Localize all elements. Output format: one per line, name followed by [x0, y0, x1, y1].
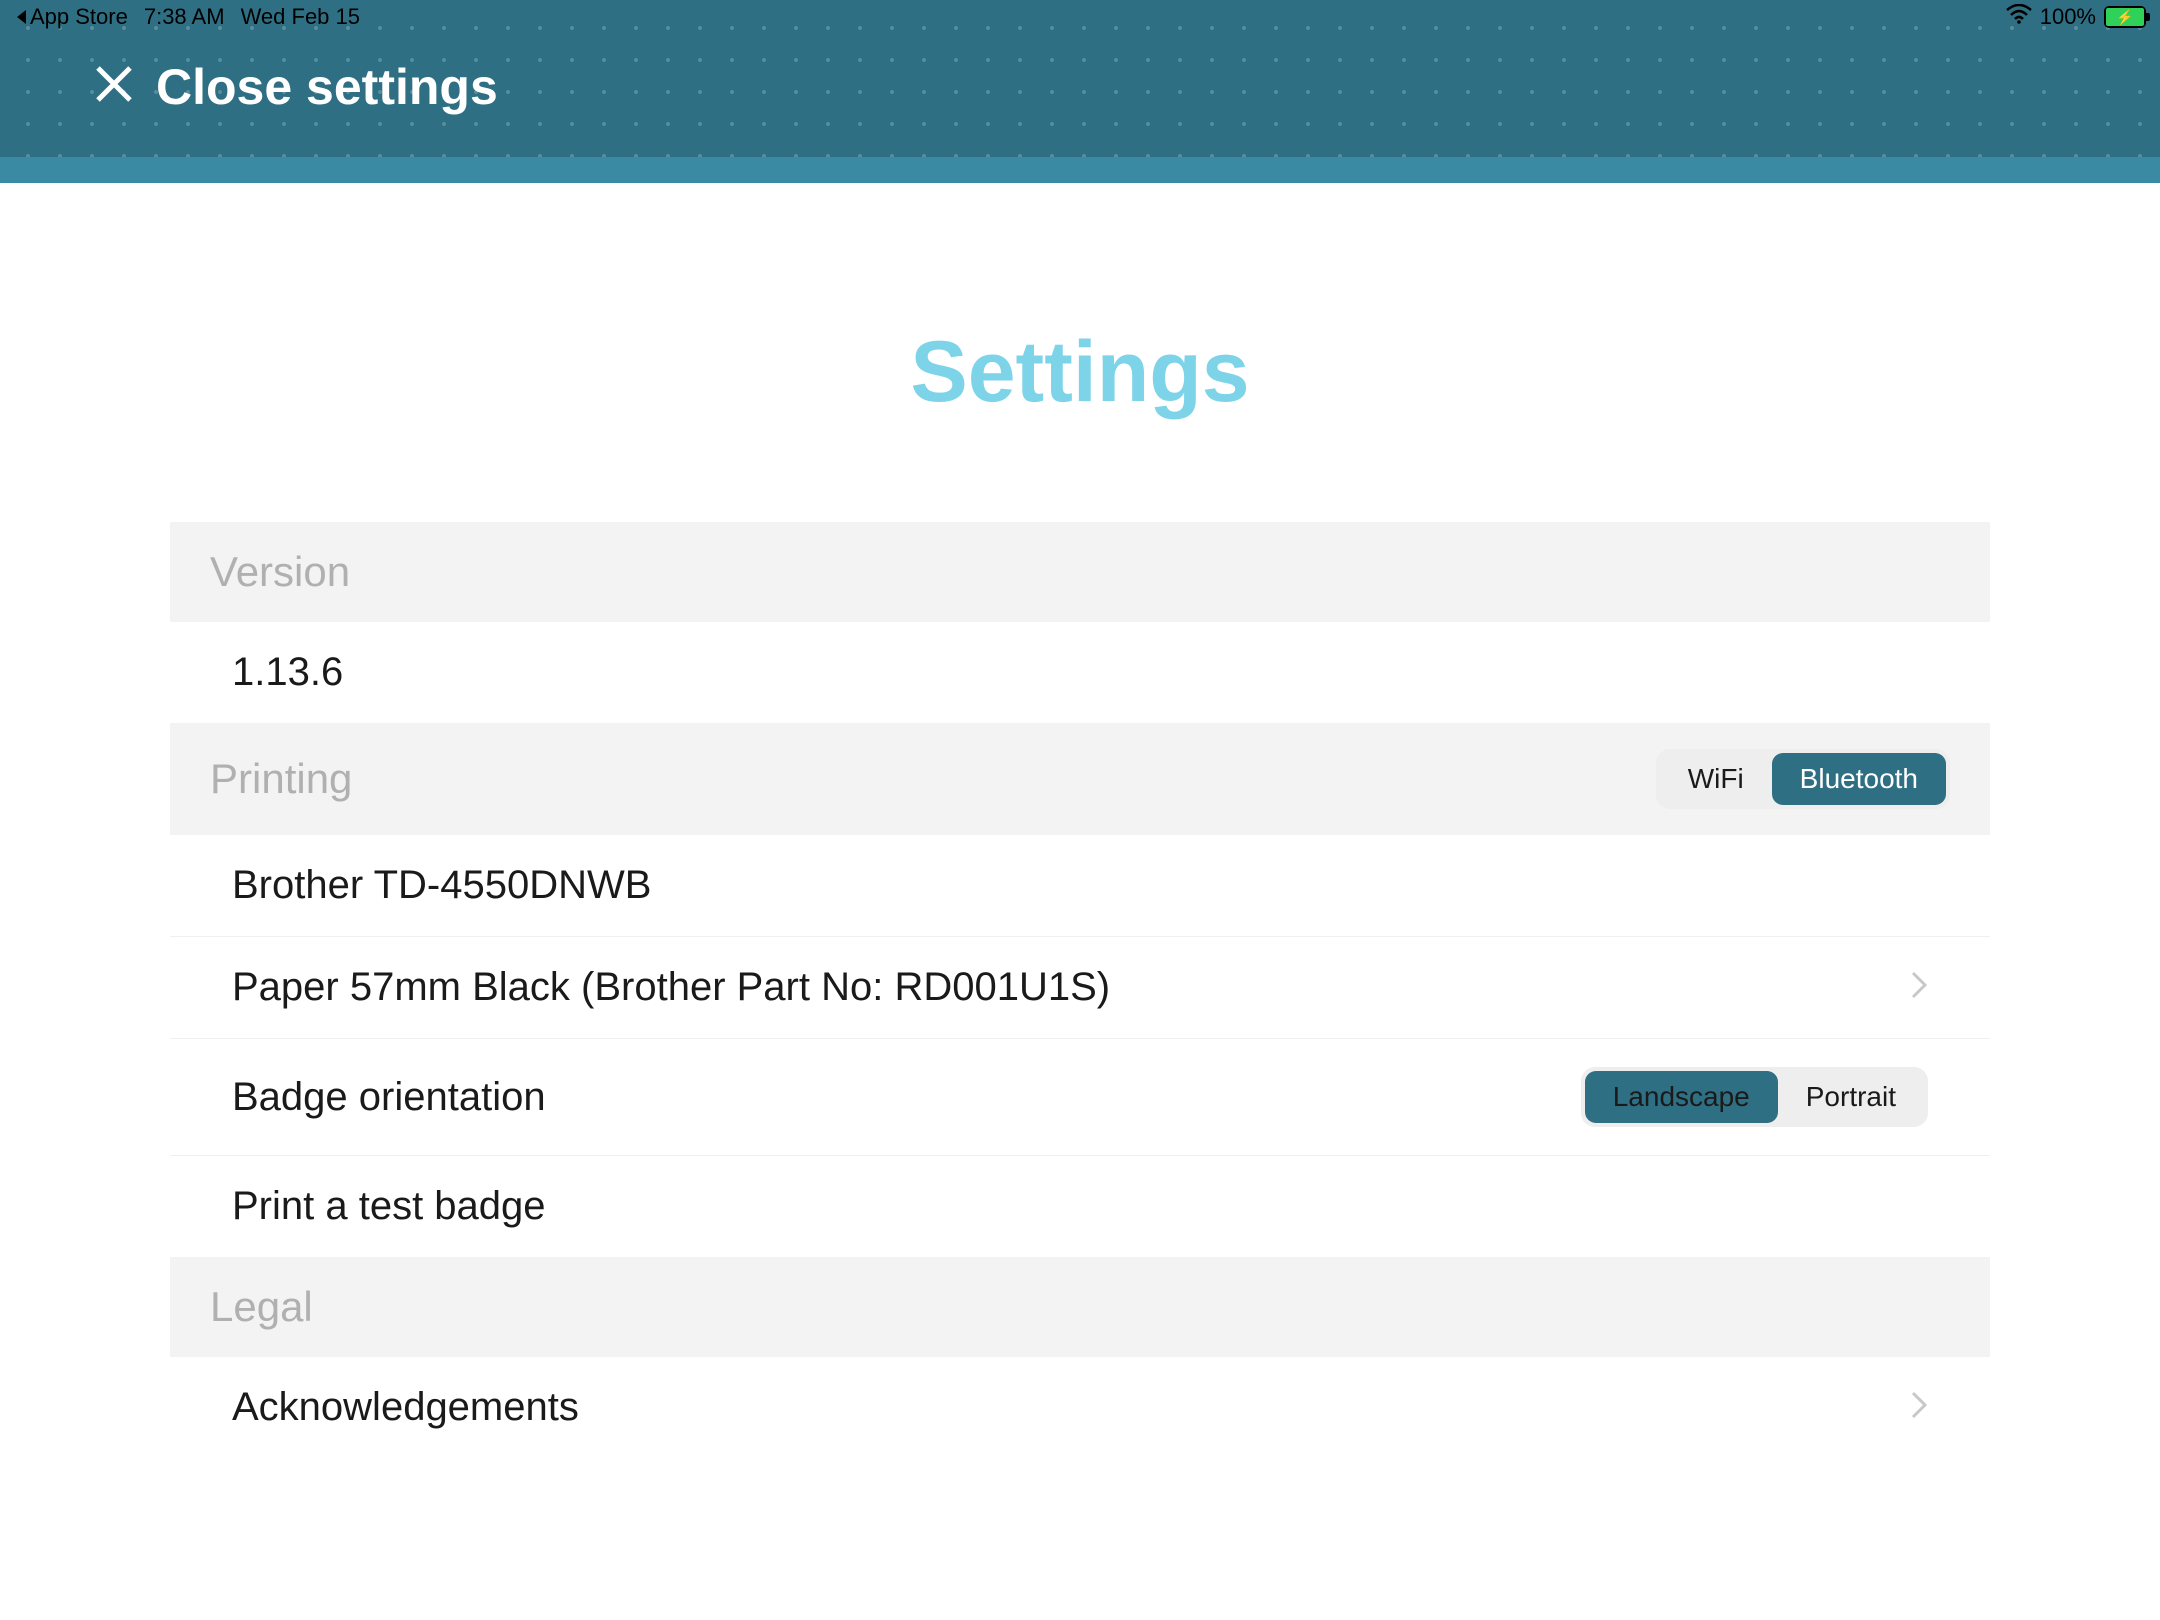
- accent-strip: [0, 157, 2160, 183]
- section-header-version: Version: [170, 522, 1990, 622]
- close-settings-button[interactable]: Close settings: [94, 58, 2160, 116]
- paper-row[interactable]: Paper 57mm Black (Brother Part No: RD001…: [170, 937, 1990, 1039]
- acknowledgements-label: Acknowledgements: [232, 1385, 579, 1430]
- settings-list: Version 1.13.6 Printing WiFi Bluetooth B…: [170, 522, 1990, 1458]
- badge-orientation-label: Badge orientation: [232, 1075, 546, 1120]
- chevron-right-icon: [1910, 1385, 1928, 1430]
- badge-orientation-row: Badge orientation Landscape Portrait: [170, 1039, 1990, 1156]
- printer-name: Brother TD-4550DNWB: [232, 863, 651, 908]
- chevron-right-icon: [1910, 965, 1928, 1010]
- section-header-legal: Legal: [170, 1257, 1990, 1357]
- print-test-badge-label: Print a test badge: [232, 1184, 546, 1229]
- paper-label: Paper 57mm Black (Brother Part No: RD001…: [232, 965, 1110, 1010]
- orientation-portrait-option[interactable]: Portrait: [1778, 1071, 1924, 1123]
- orientation-landscape-option[interactable]: Landscape: [1585, 1071, 1778, 1123]
- status-date: Wed Feb 15: [241, 4, 360, 30]
- back-app-label: App Store: [30, 4, 128, 30]
- version-value: 1.13.6: [232, 650, 343, 695]
- status-time: 7:38 AM: [144, 4, 225, 30]
- connection-bluetooth-option[interactable]: Bluetooth: [1772, 753, 1946, 805]
- printer-row[interactable]: Brother TD-4550DNWB: [170, 835, 1990, 937]
- close-settings-label: Close settings: [156, 58, 498, 116]
- close-icon: [94, 58, 134, 116]
- section-header-printing: Printing WiFi Bluetooth: [170, 723, 1990, 835]
- connection-wifi-option[interactable]: WiFi: [1660, 753, 1772, 805]
- content-area: Settings Version 1.13.6 Printing WiFi Bl…: [0, 183, 2160, 1620]
- version-row: 1.13.6: [170, 622, 1990, 723]
- orientation-seg-control: Landscape Portrait: [1581, 1067, 1928, 1127]
- status-bar: App Store 7:38 AM Wed Feb 15 100% ⚡: [0, 0, 2160, 34]
- connection-seg-control: WiFi Bluetooth: [1656, 749, 1950, 809]
- print-test-badge-row[interactable]: Print a test badge: [170, 1156, 1990, 1257]
- wifi-icon: [2006, 4, 2032, 30]
- back-to-app-button[interactable]: App Store: [14, 4, 128, 30]
- acknowledgements-row[interactable]: Acknowledgements: [170, 1357, 1990, 1458]
- page-title: Settings: [0, 323, 2160, 422]
- battery-icon: ⚡: [2104, 6, 2146, 28]
- battery-percent: 100%: [2040, 4, 2096, 30]
